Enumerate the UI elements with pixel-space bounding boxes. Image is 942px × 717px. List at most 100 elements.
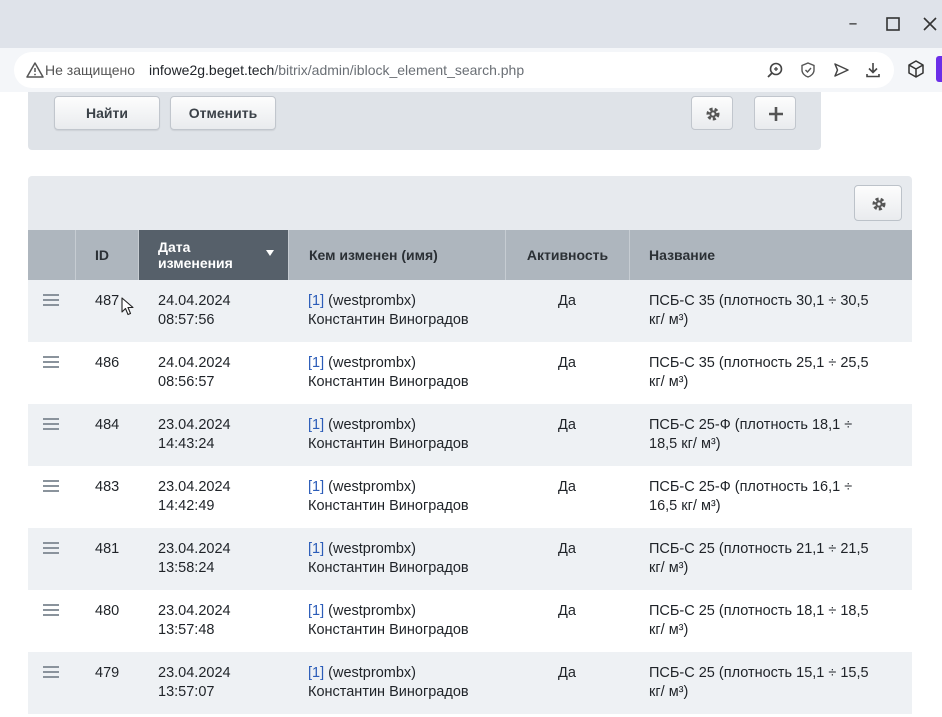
user-id-link[interactable]: [1] <box>308 541 324 557</box>
column-header-date[interactable]: Дата изменения <box>139 230 289 280</box>
extension-accent[interactable] <box>936 56 942 82</box>
minimize-icon[interactable]: – <box>841 12 865 36</box>
user-id-link[interactable]: [1] <box>308 603 324 619</box>
shield-icon[interactable] <box>799 61 817 79</box>
maximize-icon[interactable] <box>881 12 905 36</box>
column-header-modified-by[interactable]: Кем изменен (имя) <box>289 230 506 280</box>
cell-name[interactable]: ПСБ-С 25 (плотность 15,1 ÷ 15,5 кг/ м³) <box>649 664 899 702</box>
cell-name-line2: 16,5 кг/ м³) <box>649 498 721 514</box>
cell-date-day: 24.04.2024 <box>158 355 231 371</box>
find-button[interactable]: Найти <box>54 96 160 130</box>
close-icon[interactable] <box>918 12 942 36</box>
user-id-link[interactable]: [1] <box>308 479 324 495</box>
cell-date: 23.04.2024 13:57:07 <box>158 664 298 702</box>
gear-icon <box>706 107 720 121</box>
address-bar[interactable]: Не защищено infowe2g.beget.tech/bitrix/a… <box>14 52 894 88</box>
cell-id: 487 <box>95 293 120 309</box>
send-icon[interactable] <box>832 61 850 79</box>
cell-date: 23.04.2024 13:58:24 <box>158 540 298 578</box>
cell-date-day: 23.04.2024 <box>158 603 231 619</box>
cell-date: 23.04.2024 14:43:24 <box>158 416 298 454</box>
user-id-link[interactable]: [1] <box>308 665 324 681</box>
column-header-id[interactable]: ID <box>76 230 139 280</box>
cell-date: 24.04.2024 08:57:56 <box>158 292 298 330</box>
cell-name-line2: 18,5 кг/ м³) <box>649 436 721 452</box>
cell-name[interactable]: ПСБ-С 35 (плотность 30,1 ÷ 30,5 кг/ м³) <box>649 292 899 330</box>
table-row[interactable]: 480 23.04.2024 13:57:48 [1] (westprombx) Кон… <box>28 590 912 652</box>
table-row[interactable]: 479 23.04.2024 13:57:07 [1] (westprombx) Кон… <box>28 652 912 714</box>
cell-name[interactable]: ПСБ-С 25-Ф (плотность 16,1 ÷ 16,5 кг/ м³) <box>649 478 899 516</box>
table-row[interactable]: 487 24.04.2024 08:57:56 [1] (westprombx) Кон… <box>28 280 912 342</box>
cell-modified-by: [1] (westprombx) Константин Виноградов <box>308 664 508 702</box>
search-icon[interactable] <box>766 61 784 79</box>
cell-id: 481 <box>95 541 120 557</box>
cell-modified-by: [1] (westprombx) Константин Виноградов <box>308 354 508 392</box>
cell-name-line1: ПСБ-С 25 (плотность 18,1 ÷ 18,5 <box>649 603 869 619</box>
cell-modified-by: [1] (westprombx) Константин Виноградов <box>308 540 508 578</box>
cell-date-time: 14:43:24 <box>158 436 215 452</box>
user-login: (westprombx) <box>328 479 416 495</box>
cell-name-line1: ПСБ-С 25 (плотность 15,1 ÷ 15,5 <box>649 665 869 681</box>
cell-name-line2: кг/ м³) <box>649 560 689 576</box>
column-header-actions <box>28 230 76 280</box>
table-row[interactable]: 486 24.04.2024 08:56:57 [1] (westprombx) Кон… <box>28 342 912 404</box>
user-name: Константин Виноградов <box>308 312 469 328</box>
list-toolbar <box>28 176 912 230</box>
user-id-link[interactable]: [1] <box>308 417 324 433</box>
cell-date-day: 23.04.2024 <box>158 541 231 557</box>
row-menu-icon[interactable] <box>43 418 59 430</box>
cell-date-day: 24.04.2024 <box>158 293 231 309</box>
user-id-link[interactable]: [1] <box>308 355 324 371</box>
user-id-link[interactable]: [1] <box>308 293 324 309</box>
row-menu-icon[interactable] <box>43 480 59 492</box>
user-login: (westprombx) <box>328 603 416 619</box>
url-text[interactable]: infowe2g.beget.tech/bitrix/admin/iblock_… <box>149 62 524 78</box>
cancel-button[interactable]: Отменить <box>170 96 276 130</box>
cell-name[interactable]: ПСБ-С 25 (плотность 21,1 ÷ 21,5 кг/ м³) <box>649 540 899 578</box>
cell-date: 24.04.2024 08:56:57 <box>158 354 298 392</box>
browser-toolbar: Не защищено infowe2g.beget.tech/bitrix/a… <box>0 48 942 92</box>
not-secure-label: Не защищено <box>45 62 135 78</box>
extension-icon[interactable] <box>906 59 926 79</box>
filter-panel: Найти Отменить <box>28 92 821 150</box>
download-icon[interactable] <box>864 61 882 79</box>
table-header: ID Дата изменения Кем изменен (имя) Акти… <box>28 230 912 280</box>
cell-name[interactable]: ПСБ-С 25-Ф (плотность 18,1 ÷ 18,5 кг/ м³) <box>649 416 899 454</box>
add-filter-button[interactable] <box>754 96 796 130</box>
table-row[interactable]: 483 23.04.2024 14:42:49 [1] (westprombx) Кон… <box>28 466 912 528</box>
cell-date: 23.04.2024 13:57:48 <box>158 602 298 640</box>
cell-name[interactable]: ПСБ-С 25 (плотность 18,1 ÷ 18,5 кг/ м³) <box>649 602 899 640</box>
cell-name-line1: ПСБ-С 35 (плотность 25,1 ÷ 25,5 <box>649 355 869 371</box>
cell-date: 23.04.2024 14:42:49 <box>158 478 298 516</box>
column-header-active[interactable]: Активность <box>506 230 630 280</box>
user-name: Константин Виноградов <box>308 498 469 514</box>
cell-name[interactable]: ПСБ-С 35 (плотность 25,1 ÷ 25,5 кг/ м³) <box>649 354 899 392</box>
user-name: Константин Виноградов <box>308 436 469 452</box>
row-menu-icon[interactable] <box>43 356 59 368</box>
user-name: Константин Виноградов <box>308 684 469 700</box>
user-name: Константин Виноградов <box>308 560 469 576</box>
cell-date-time: 08:57:56 <box>158 312 215 328</box>
row-menu-icon[interactable] <box>43 666 59 678</box>
cell-modified-by: [1] (westprombx) Константин Виноградов <box>308 478 508 516</box>
warning-icon[interactable] <box>26 61 44 79</box>
cell-modified-by: [1] (westprombx) Константин Виноградов <box>308 416 508 454</box>
cell-name-line1: ПСБ-С 25-Ф (плотность 16,1 ÷ <box>649 479 853 495</box>
user-login: (westprombx) <box>328 417 416 433</box>
row-menu-icon[interactable] <box>43 604 59 616</box>
cell-name-line2: кг/ м³) <box>649 374 689 390</box>
list-settings-button[interactable] <box>854 185 902 221</box>
cell-active: Да <box>558 293 576 309</box>
table-row[interactable]: 484 23.04.2024 14:43:24 [1] (westprombx) Кон… <box>28 404 912 466</box>
cell-name-line2: кг/ м³) <box>649 622 689 638</box>
user-login: (westprombx) <box>328 541 416 557</box>
page-content: Найти Отменить ID Дата изменения Кем изм… <box>0 92 942 717</box>
cell-active: Да <box>558 355 576 371</box>
column-header-name[interactable]: Название <box>630 230 912 280</box>
user-login: (westprombx) <box>328 293 416 309</box>
row-menu-icon[interactable] <box>43 542 59 554</box>
filter-settings-button[interactable] <box>691 96 733 130</box>
cell-date-day: 23.04.2024 <box>158 479 231 495</box>
row-menu-icon[interactable] <box>43 294 59 306</box>
table-row[interactable]: 481 23.04.2024 13:58:24 [1] (westprombx) Кон… <box>28 528 912 590</box>
